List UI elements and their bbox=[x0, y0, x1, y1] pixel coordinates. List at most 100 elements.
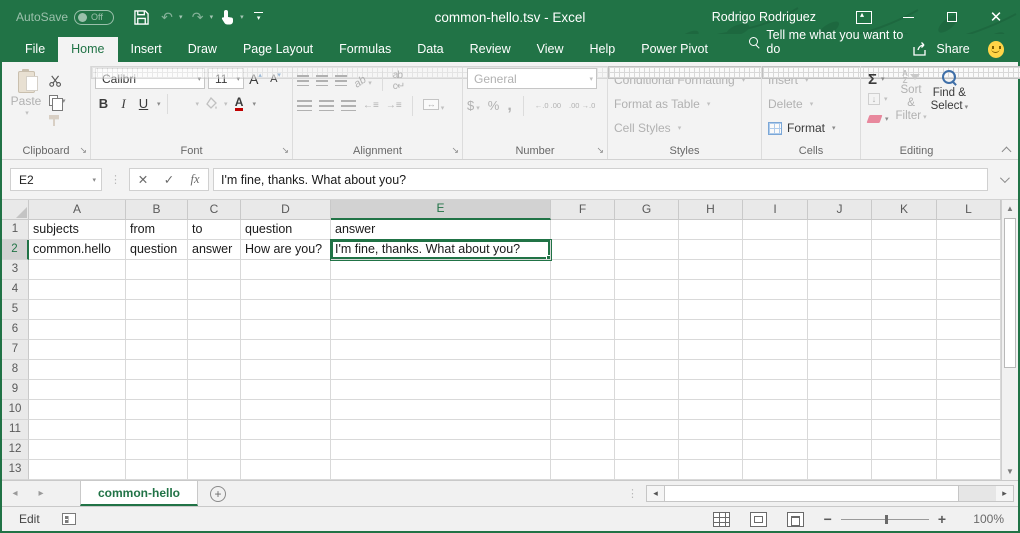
cell-b5[interactable] bbox=[126, 300, 188, 320]
page-layout-view-button[interactable] bbox=[750, 512, 767, 527]
scroll-up-arrow[interactable]: ▲ bbox=[1002, 200, 1018, 217]
row-header-3[interactable]: 3 bbox=[2, 260, 29, 280]
cell-i4[interactable] bbox=[743, 280, 808, 300]
cell-h8[interactable] bbox=[679, 360, 743, 380]
vertical-scrollbar[interactable]: ▲ ▼ bbox=[1001, 200, 1018, 480]
align-center-button[interactable] bbox=[319, 100, 334, 111]
column-header-f[interactable]: F bbox=[551, 200, 615, 220]
row-header-5[interactable]: 5 bbox=[2, 300, 29, 320]
new-sheet-button[interactable]: + bbox=[198, 481, 238, 506]
cell-l5[interactable] bbox=[937, 300, 1001, 320]
horizontal-scrollbar[interactable]: ◂ ▸ bbox=[646, 485, 1014, 502]
cell-c2[interactable]: answer bbox=[188, 240, 241, 260]
cell-a7[interactable] bbox=[29, 340, 126, 360]
cell-l8[interactable] bbox=[937, 360, 1001, 380]
cell-e10[interactable] bbox=[331, 400, 551, 420]
alignment-dialog-launcher[interactable]: ↘ bbox=[451, 145, 459, 156]
cell-i12[interactable] bbox=[743, 440, 808, 460]
collapse-ribbon-button[interactable] bbox=[1002, 145, 1010, 153]
cell-a2[interactable]: common.hello bbox=[29, 240, 126, 260]
cell-d11[interactable] bbox=[241, 420, 331, 440]
tab-formulas[interactable]: Formulas bbox=[326, 37, 404, 62]
redo-dropdown[interactable]: ▾ bbox=[210, 13, 214, 21]
cell-h7[interactable] bbox=[679, 340, 743, 360]
cell-b2[interactable]: question bbox=[126, 240, 188, 260]
column-header-c[interactable]: C bbox=[188, 200, 241, 220]
cell-g8[interactable] bbox=[615, 360, 679, 380]
cell-l11[interactable] bbox=[937, 420, 1001, 440]
cell-i6[interactable] bbox=[743, 320, 808, 340]
cell-d7[interactable] bbox=[241, 340, 331, 360]
cell-e13[interactable] bbox=[331, 460, 551, 480]
formula-input[interactable]: I'm fine, thanks. What about you? bbox=[213, 168, 988, 191]
tab-page-layout[interactable]: Page Layout bbox=[230, 37, 326, 62]
cell-a10[interactable] bbox=[29, 400, 126, 420]
format-painter-button[interactable] bbox=[46, 111, 69, 130]
redo-button[interactable]: ↷ bbox=[187, 6, 209, 28]
cell-f12[interactable] bbox=[551, 440, 615, 460]
cell-g11[interactable] bbox=[615, 420, 679, 440]
row-header-13[interactable]: 13 bbox=[2, 460, 29, 480]
number-format-combo[interactable]: General▾ bbox=[467, 68, 597, 89]
touch-mode-dropdown[interactable]: ▾ bbox=[240, 13, 244, 21]
cell-f2[interactable] bbox=[551, 240, 615, 260]
cancel-button[interactable]: ✕ bbox=[130, 169, 156, 190]
delete-cells-button[interactable]: Delete▾ bbox=[766, 92, 856, 116]
bottom-align-button[interactable] bbox=[335, 75, 347, 86]
number-dialog-launcher[interactable]: ↘ bbox=[596, 145, 604, 156]
column-header-h[interactable]: H bbox=[679, 200, 743, 220]
scroll-right-arrow[interactable]: ▸ bbox=[996, 486, 1013, 501]
cell-f7[interactable] bbox=[551, 340, 615, 360]
cell-l10[interactable] bbox=[937, 400, 1001, 420]
cell-i2[interactable] bbox=[743, 240, 808, 260]
cell-g1[interactable] bbox=[615, 220, 679, 240]
cell-styles-button[interactable]: Cell Styles▾ bbox=[612, 116, 757, 140]
fill-color-dropdown[interactable]: ▾ bbox=[224, 100, 228, 108]
cell-a3[interactable] bbox=[29, 260, 126, 280]
cell-g10[interactable] bbox=[615, 400, 679, 420]
zoom-slider-thumb[interactable] bbox=[885, 515, 888, 524]
cell-d9[interactable] bbox=[241, 380, 331, 400]
cell-e7[interactable] bbox=[331, 340, 551, 360]
cell-l12[interactable] bbox=[937, 440, 1001, 460]
undo-dropdown[interactable]: ▾ bbox=[179, 13, 183, 21]
cell-d6[interactable] bbox=[241, 320, 331, 340]
column-header-i[interactable]: I bbox=[743, 200, 808, 220]
cell-l7[interactable] bbox=[937, 340, 1001, 360]
cell-h1[interactable] bbox=[679, 220, 743, 240]
cell-e9[interactable] bbox=[331, 380, 551, 400]
wrap-text-button[interactable]: abc↵ bbox=[393, 70, 404, 92]
cell-i11[interactable] bbox=[743, 420, 808, 440]
cell-e12[interactable] bbox=[331, 440, 551, 460]
scroll-down-arrow[interactable]: ▼ bbox=[1002, 463, 1018, 480]
name-box[interactable]: E2 ▾ bbox=[10, 168, 102, 191]
column-header-a[interactable]: A bbox=[29, 200, 126, 220]
cell-f3[interactable] bbox=[551, 260, 615, 280]
format-cells-button[interactable]: Format▾ bbox=[766, 116, 856, 140]
fill-handle[interactable] bbox=[546, 255, 551, 260]
cell-a4[interactable] bbox=[29, 280, 126, 300]
cell-h12[interactable] bbox=[679, 440, 743, 460]
cell-c11[interactable] bbox=[188, 420, 241, 440]
cell-i10[interactable] bbox=[743, 400, 808, 420]
cell-k11[interactable] bbox=[872, 420, 937, 440]
cell-d2[interactable]: How are you? bbox=[241, 240, 331, 260]
cell-j3[interactable] bbox=[808, 260, 872, 280]
cell-c1[interactable]: to bbox=[188, 220, 241, 240]
cell-k4[interactable] bbox=[872, 280, 937, 300]
cell-g12[interactable] bbox=[615, 440, 679, 460]
underline-dropdown[interactable]: ▾ bbox=[157, 100, 161, 108]
row-header-8[interactable]: 8 bbox=[2, 360, 29, 380]
font-color-button[interactable]: A bbox=[231, 93, 248, 114]
cell-b8[interactable] bbox=[126, 360, 188, 380]
cell-a13[interactable] bbox=[29, 460, 126, 480]
cell-f13[interactable] bbox=[551, 460, 615, 480]
close-button[interactable]: ✕ bbox=[974, 0, 1018, 34]
zoom-in-button[interactable]: + bbox=[938, 512, 946, 526]
zoom-level[interactable]: 100% bbox=[966, 512, 1004, 526]
cell-a9[interactable] bbox=[29, 380, 126, 400]
top-align-button[interactable] bbox=[297, 75, 309, 86]
vertical-scroll-thumb[interactable] bbox=[1004, 218, 1016, 368]
cell-g4[interactable] bbox=[615, 280, 679, 300]
cell-e8[interactable] bbox=[331, 360, 551, 380]
